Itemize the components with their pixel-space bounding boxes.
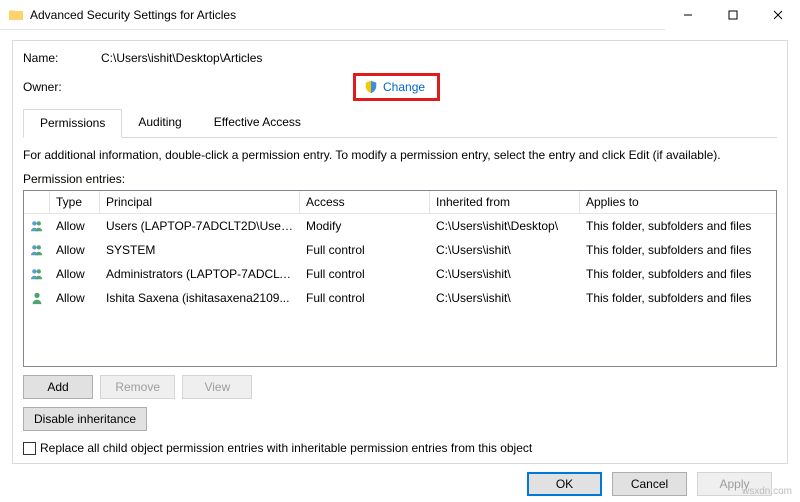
cell-applies: This folder, subfolders and files	[580, 217, 776, 235]
cell-inherited: C:\Users\ishit\	[430, 289, 580, 307]
name-value: C:\Users\ishit\Desktop\Articles	[101, 51, 262, 65]
owner-label: Owner:	[23, 80, 101, 94]
col-type[interactable]: Type	[50, 191, 100, 213]
change-link[interactable]: Change	[383, 80, 425, 94]
cell-applies: This folder, subfolders and files	[580, 265, 776, 283]
table-row[interactable]: AllowSYSTEMFull controlC:\Users\ishit\Th…	[24, 238, 776, 262]
cell-principal: SYSTEM	[100, 241, 300, 259]
cell-inherited: C:\Users\ishit\	[430, 241, 580, 259]
tab-permissions[interactable]: Permissions	[23, 109, 122, 138]
add-button[interactable]: Add	[23, 375, 93, 399]
close-button[interactable]	[755, 0, 800, 30]
shield-icon	[364, 80, 378, 94]
cell-inherited: C:\Users\ishit\	[430, 265, 580, 283]
window-title: Advanced Security Settings for Articles	[30, 8, 665, 22]
table-row[interactable]: AllowUsers (LAPTOP-7ADCLT2D\Users)Modify…	[24, 214, 776, 238]
cell-access: Modify	[300, 217, 430, 235]
main-panel: Name: C:\Users\ishit\Desktop\Articles Ow…	[12, 40, 788, 464]
tab-auditing[interactable]: Auditing	[122, 109, 197, 138]
name-label: Name:	[23, 51, 101, 65]
cell-access: Full control	[300, 265, 430, 283]
minimize-button[interactable]	[665, 0, 710, 30]
cell-type: Allow	[50, 241, 100, 259]
watermark: wsxdn.com	[742, 486, 792, 497]
folder-icon	[8, 7, 24, 23]
tabs: Permissions Auditing Effective Access	[23, 109, 777, 138]
table-row[interactable]: AllowAdministrators (LAPTOP-7ADCLT...Ful…	[24, 262, 776, 286]
ok-button[interactable]: OK	[527, 472, 602, 496]
principal-icon	[24, 216, 50, 236]
cell-applies: This folder, subfolders and files	[580, 289, 776, 307]
cell-inherited: C:\Users\ishit\Desktop\	[430, 217, 580, 235]
grid-header: Type Principal Access Inherited from App…	[24, 191, 776, 214]
replace-checkbox[interactable]	[23, 442, 36, 455]
change-highlight: Change	[353, 73, 440, 101]
remove-button: Remove	[100, 375, 175, 399]
cell-principal: Ishita Saxena (ishitasaxena2109...	[100, 289, 300, 307]
table-row[interactable]: AllowIshita Saxena (ishitasaxena2109...F…	[24, 286, 776, 310]
cell-type: Allow	[50, 265, 100, 283]
col-access[interactable]: Access	[300, 191, 430, 213]
replace-checkbox-label: Replace all child object permission entr…	[40, 441, 532, 455]
col-applies[interactable]: Applies to	[580, 191, 776, 213]
cell-principal: Administrators (LAPTOP-7ADCLT...	[100, 265, 300, 283]
cell-applies: This folder, subfolders and files	[580, 241, 776, 259]
cancel-button[interactable]: Cancel	[612, 472, 687, 496]
col-inherited[interactable]: Inherited from	[430, 191, 580, 213]
view-button: View	[182, 375, 252, 399]
col-principal[interactable]: Principal	[100, 191, 300, 213]
principal-icon	[24, 240, 50, 260]
cell-type: Allow	[50, 289, 100, 307]
cell-access: Full control	[300, 289, 430, 307]
entries-label: Permission entries:	[23, 172, 777, 186]
tab-effective-access[interactable]: Effective Access	[198, 109, 317, 138]
permission-grid: Type Principal Access Inherited from App…	[23, 190, 777, 367]
disable-inheritance-button[interactable]: Disable inheritance	[23, 407, 147, 431]
maximize-button[interactable]	[710, 0, 755, 30]
cell-principal: Users (LAPTOP-7ADCLT2D\Users)	[100, 217, 300, 235]
principal-icon	[24, 288, 50, 308]
info-text: For additional information, double-click…	[23, 148, 777, 162]
principal-icon	[24, 264, 50, 284]
cell-type: Allow	[50, 217, 100, 235]
titlebar: Advanced Security Settings for Articles	[0, 0, 800, 30]
cell-access: Full control	[300, 241, 430, 259]
